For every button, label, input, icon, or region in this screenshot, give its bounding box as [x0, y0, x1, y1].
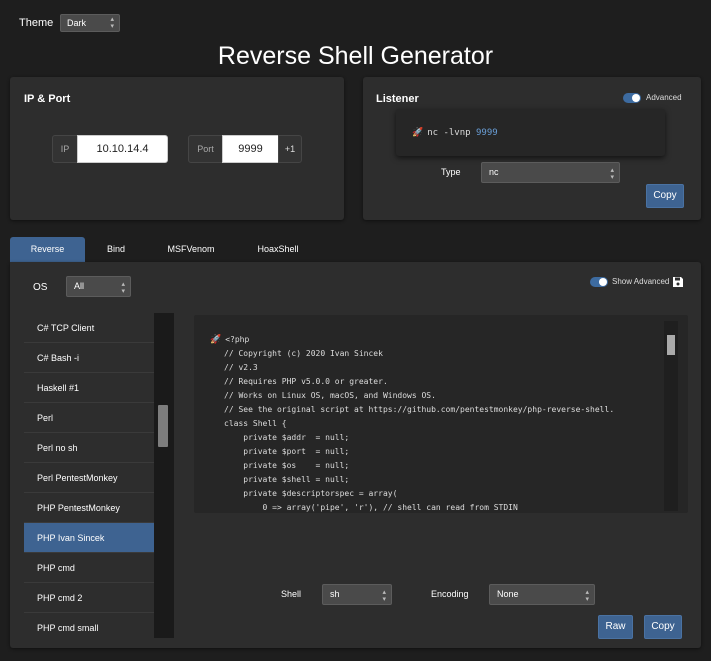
port-input[interactable]: 9999: [222, 135, 279, 163]
shell-select[interactable]: sh ▴ ▾: [322, 584, 392, 605]
code-line: 🚀 <?php: [210, 333, 614, 347]
os-label: OS: [33, 282, 48, 293]
shell-list-item[interactable]: Perl PentestMonkey: [24, 463, 154, 493]
listener-copy-button[interactable]: Copy: [646, 184, 684, 208]
code-line-text: 0 => array('pipe', 'r'), // shell can re…: [224, 503, 518, 512]
select-arrows-icon: ▴ ▾: [382, 589, 386, 603]
shell-list-item[interactable]: Perl no sh: [24, 433, 154, 463]
code-line: private $os = null;: [210, 459, 614, 473]
shell-list-scrollbar[interactable]: [154, 313, 174, 638]
code-line: private $port = null;: [210, 445, 614, 459]
advanced-toggle-label: Advanced: [646, 93, 682, 102]
rocket-icon: 🚀: [210, 335, 222, 345]
shell-list-item[interactable]: PHP Ivan Sincek: [24, 523, 154, 553]
code-line-text: // See the original script at https://gi…: [224, 405, 615, 414]
encoding-select-value: None: [497, 589, 519, 599]
port-increment-button[interactable]: +1: [278, 135, 302, 163]
type-label: Type: [441, 167, 461, 177]
advanced-toggle[interactable]: [623, 93, 641, 103]
save-icon[interactable]: [672, 276, 684, 288]
listener-command: nc -lvnp: [427, 128, 476, 138]
ip-addon-label: IP: [52, 135, 78, 163]
tab-reverse[interactable]: Reverse: [10, 237, 85, 262]
tab-hoaxshell[interactable]: HoaxShell: [250, 237, 306, 262]
select-arrows-icon: ▴ ▾: [110, 16, 114, 30]
show-advanced-toggle[interactable]: [590, 277, 608, 287]
code-line-text: private $port = null;: [224, 447, 350, 456]
shell-list-scroll-thumb[interactable]: [158, 405, 168, 447]
code-line: // v2.3: [210, 361, 614, 375]
code-line: // Works on Linux OS, macOS, and Windows…: [210, 389, 614, 403]
select-arrows-icon: ▴ ▾: [610, 167, 614, 181]
show-advanced-label: Show Advanced: [612, 277, 670, 286]
listener-panel: Listener Advanced 🚀 nc -lvnp 9999 Type nc…: [363, 77, 701, 220]
shell-list-item[interactable]: PHP cmd small: [24, 613, 154, 638]
ip-port-panel: IP & Port IP 10.10.14.4 Port 9999 +1: [10, 77, 344, 220]
code-line-text: // Works on Linux OS, macOS, and Windows…: [224, 391, 436, 400]
code-line-text: private $descriptorspec = array(: [224, 489, 398, 498]
payload-code-box[interactable]: 🚀 <?php // Copyright (c) 2020 Ivan Sincek /…: [194, 315, 688, 513]
listener-type-value: nc: [489, 167, 499, 177]
code-line: // See the original script at https://gi…: [210, 403, 614, 417]
shell-list-item[interactable]: C# Bash -i: [24, 343, 154, 373]
shell-list-item[interactable]: Perl: [24, 403, 154, 433]
code-line-text: private $os = null;: [224, 461, 350, 470]
shell-list-item[interactable]: PHP cmd 2: [24, 583, 154, 613]
encoding-label: Encoding: [431, 589, 469, 599]
payload-copy-button[interactable]: Copy: [644, 615, 682, 639]
encoding-select[interactable]: None ▴ ▾: [489, 584, 595, 605]
shell-list-item[interactable]: C# TCP Client: [24, 313, 154, 343]
shell-label: Shell: [281, 589, 302, 599]
theme-select-value: Dark: [67, 18, 87, 28]
code-line-text: private $shell = null;: [224, 475, 350, 484]
code-line: private $addr = null;: [210, 431, 614, 445]
shell-list: C# TCP Client C# Bash -i Haskell #1 Perl Per…: [24, 313, 154, 638]
os-select-value: All: [74, 281, 85, 291]
shell-list-item[interactable]: PHP PentestMonkey: [24, 493, 154, 523]
code-scrollbar[interactable]: [664, 321, 678, 511]
code-line: class Shell {: [210, 417, 614, 431]
ip-port-title: IP & Port: [24, 93, 71, 105]
raw-button[interactable]: Raw: [598, 615, 633, 639]
theme-label: Theme: [19, 17, 54, 29]
code-line-text: private $addr = null;: [224, 433, 350, 442]
page-title: Reverse Shell Generator: [217, 42, 494, 70]
theme-select[interactable]: Dark ▴ ▾: [60, 14, 120, 32]
code-line: 0 => array('pipe', 'r'), // shell can re…: [210, 501, 614, 513]
code-line: // Requires PHP v5.0.0 or greater.: [210, 375, 614, 389]
ip-input[interactable]: 10.10.14.4: [77, 135, 168, 163]
code-line-text: class Shell {: [224, 419, 287, 428]
listener-title: Listener: [376, 93, 419, 105]
code-line-text: <?php: [225, 335, 250, 344]
code-line-text: // v2.3: [224, 363, 258, 372]
listener-type-select[interactable]: nc ▴ ▾: [481, 162, 620, 183]
listener-port: 9999: [476, 128, 498, 138]
port-addon-label: Port: [188, 135, 223, 163]
code-line-text: // Requires PHP v5.0.0 or greater.: [224, 377, 388, 386]
code-line-text: // Copyright (c) 2020 Ivan Sincek: [224, 349, 383, 358]
code-line: private $descriptorspec = array(: [210, 487, 614, 501]
payload-code: 🚀 <?php // Copyright (c) 2020 Ivan Sincek /…: [210, 333, 614, 513]
tab-msfvenom[interactable]: MSFVenom: [160, 237, 222, 262]
shell-list-item[interactable]: PHP cmd: [24, 553, 154, 583]
code-line: private $shell = null;: [210, 473, 614, 487]
select-arrows-icon: ▴ ▾: [585, 589, 589, 603]
os-select[interactable]: All ▴ ▾: [66, 276, 131, 297]
reverse-shell-panel: OS All ▴ ▾ Show Advanced C# TCP Client C# …: [10, 262, 701, 648]
code-line: // Copyright (c) 2020 Ivan Sincek: [210, 347, 614, 361]
shell-list-item[interactable]: Haskell #1: [24, 373, 154, 403]
tab-bind[interactable]: Bind: [96, 237, 136, 262]
listener-command-box[interactable]: 🚀 nc -lvnp 9999: [396, 109, 665, 156]
shell-select-value: sh: [330, 589, 340, 599]
select-arrows-icon: ▴ ▾: [121, 281, 125, 295]
code-scroll-thumb[interactable]: [667, 335, 675, 355]
rocket-icon: 🚀: [412, 128, 424, 138]
